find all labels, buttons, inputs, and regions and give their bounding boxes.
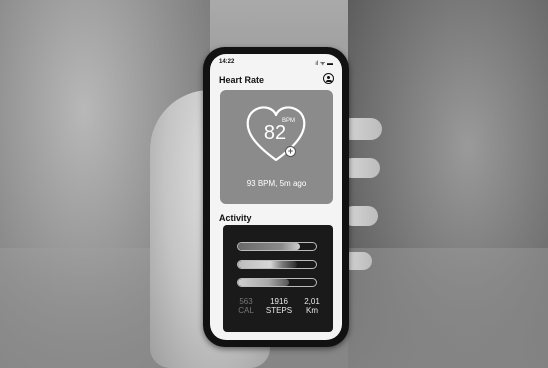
activity-bar-2-fill [238,261,297,268]
plus-icon[interactable]: + [285,146,296,157]
stat-steps: 1916 STEPS [263,297,295,315]
photo-scene: 14:22 ıl ᯤ ▬ Heart Rate BPM 82 + 93 BPM,… [0,0,548,368]
activity-bar-3 [237,278,317,287]
stat-calories: 563 CAL [233,297,259,315]
activity-bar-1-fill [238,243,301,250]
stat-steps-value: 1916 [270,297,288,306]
activity-bar-1 [237,242,317,251]
heart-rate-card[interactable]: BPM 82 + 93 BPM, 5m ago [220,90,333,204]
profile-icon[interactable] [323,73,334,84]
page-title: Heart Rate [219,75,265,85]
activity-title: Activity [219,213,252,223]
stat-calories-value: 563 [239,297,253,306]
activity-bar-3-fill [238,279,289,286]
status-time: 14:22 [219,59,235,65]
phone-screen: 14:22 ıl ᯤ ▬ Heart Rate BPM 82 + 93 BPM,… [210,54,342,340]
activity-bar-2 [237,260,317,269]
bpm-value: 82 [263,122,287,144]
stat-distance-unit: Km [306,306,318,315]
stat-distance-value: 2,01 [304,297,320,306]
phone: 14:22 ıl ᯤ ▬ Heart Rate BPM 82 + 93 BPM,… [203,47,349,347]
status-icons: ıl ᯤ ▬ [315,61,333,67]
stat-calories-unit: CAL [238,306,254,315]
stat-steps-unit: STEPS [265,306,293,315]
last-reading: 93 BPM, 5m ago [246,179,307,188]
activity-card[interactable]: 563 CAL 1916 STEPS 2,01 Km [223,225,333,332]
stat-distance: 2,01 Km [299,297,325,315]
